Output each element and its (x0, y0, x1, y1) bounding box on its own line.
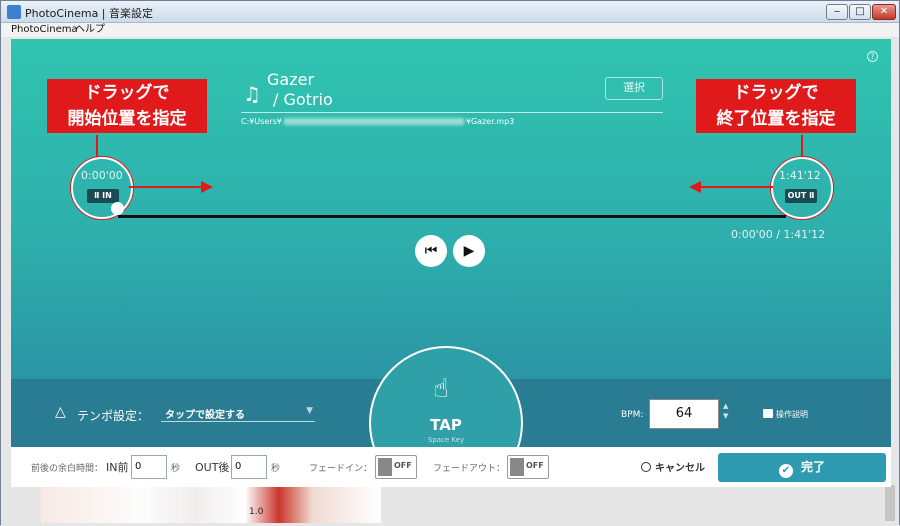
app-icon (7, 5, 21, 19)
close-button[interactable]: ✕ (872, 4, 896, 20)
fadeout-label: フェードアウト： (433, 464, 506, 474)
out-handle[interactable]: OUT Ⅱ (785, 189, 817, 203)
playback-position: 0:00'00 / 1:41'12 (731, 228, 826, 241)
fadein-toggle[interactable]: OFF (375, 455, 417, 479)
out-highlight-circle (771, 157, 833, 219)
music-settings-dialog: ? ♫ Gazer / Gotrio C:¥Users¥ ¥Gazer.mp3 選… (11, 39, 891, 487)
playhead-knob[interactable] (111, 202, 124, 215)
in-before-unit: 秒 (171, 464, 181, 474)
in-before-input[interactable]: 0 (131, 455, 167, 479)
video-icon[interactable] (763, 409, 773, 418)
minimize-icon: ‒ (833, 6, 841, 17)
app-window: PhotoCinema | 音楽設定 ‒ □ ✕ PhotoCinema ヘルプ… (0, 0, 900, 526)
fadein-toggle-knob (378, 458, 392, 476)
tap-label: TAP (430, 416, 462, 434)
tempo-select[interactable]: タップで設定する ▼ (161, 405, 315, 422)
fadeout-state: OFF (526, 461, 544, 470)
song-artist: / Gotrio (273, 90, 333, 109)
end-callout-pointer (801, 135, 803, 159)
start-callout: ドラッグで 開始位置を指定 (47, 79, 207, 133)
bpm-label: BPM: (621, 410, 644, 420)
fadein-state: OFF (394, 461, 412, 470)
rewind-button[interactable]: ⏮ (415, 235, 447, 267)
in-time: 0:00'00 (81, 169, 123, 182)
out-drag-arrowhead (689, 181, 701, 193)
minimize-button[interactable]: ‒ (826, 4, 848, 20)
out-after-unit: 秒 (271, 464, 281, 474)
out-after-label: OUT後 (195, 461, 230, 474)
menu-bar: PhotoCinema ヘルプ (1, 23, 899, 37)
in-drag-arrow (129, 186, 205, 188)
select-song-button[interactable]: 選択 (605, 77, 663, 100)
path-prefix: C:¥Users¥ (241, 117, 282, 126)
menu-item-help[interactable]: ヘルプ (75, 23, 105, 37)
help-icon[interactable]: ? (867, 51, 878, 62)
fadeout-toggle[interactable]: OFF (507, 455, 549, 479)
out-drag-arrow (699, 186, 773, 188)
fadein-label: フェードイン： (309, 464, 373, 474)
music-note-icon: ♫ (243, 82, 261, 106)
howto-link[interactable]: 操作説明 (776, 409, 808, 420)
in-drag-arrowhead (201, 181, 213, 193)
menu-item-photocinema[interactable]: PhotoCinema (11, 23, 78, 37)
start-callout-line2: 開始位置を指定 (67, 109, 187, 129)
rewind-icon: ⏮ (424, 243, 438, 259)
path-redacted (283, 118, 464, 125)
out-time: 1:41'12 (779, 169, 821, 182)
background-thumbnails (41, 485, 381, 523)
title-bar: PhotoCinema | 音楽設定 ‒ □ ✕ (1, 1, 899, 23)
song-divider (241, 112, 663, 113)
check-icon: ✔ (778, 464, 793, 478)
tempo-label: テンポ設定： (77, 409, 150, 423)
done-label: 完了 (800, 460, 825, 474)
play-button[interactable]: ▶ (453, 235, 485, 267)
in-handle[interactable]: Ⅱ IN (87, 189, 119, 203)
window-title: PhotoCinema | 音楽設定 (25, 7, 154, 20)
tap-shortcut-label: Space Key (427, 436, 465, 444)
done-button[interactable]: ✔ 完了 (718, 453, 886, 482)
metronome-icon: △ (55, 404, 66, 420)
out-after-input[interactable]: 0 (231, 455, 267, 479)
play-icon: ▶ (463, 243, 475, 259)
song-file-path: C:¥Users¥ ¥Gazer.mp3 (241, 117, 514, 126)
cancel-icon (641, 462, 651, 472)
start-callout-line1: ドラッグで (84, 83, 170, 103)
bpm-input[interactable]: 64 (649, 399, 719, 429)
tempo-select-value: タップで設定する (165, 410, 245, 421)
start-callout-pointer (96, 135, 98, 159)
end-callout: ドラッグで 終了位置を指定 (696, 79, 856, 133)
tap-hand-icon: ☝ (433, 374, 449, 404)
bpm-spinner[interactable]: ▲ ▼ (723, 401, 728, 421)
end-callout-line1: ドラッグで (733, 83, 819, 103)
maximize-button[interactable]: □ (849, 4, 871, 20)
close-icon: ✕ (879, 6, 889, 17)
cancel-button[interactable]: キャンセル (641, 459, 705, 477)
timeline-bar[interactable] (118, 215, 786, 218)
song-title: Gazer (267, 70, 315, 89)
path-suffix: ¥Gazer.mp3 (465, 117, 515, 126)
margin-label: 前後の余白時間： (31, 464, 104, 474)
in-before-label: IN前 (106, 461, 129, 474)
maximize-icon: □ (855, 6, 865, 17)
chevron-down-icon: ▼ (306, 406, 313, 416)
dialog-footer: 前後の余白時間： IN前 0 秒 OUT後 0 秒 フェードイン： OFF フェ… (11, 447, 891, 487)
cancel-label: キャンセル (655, 463, 705, 474)
background-scrollbar[interactable] (885, 485, 895, 521)
fadeout-toggle-knob (510, 458, 524, 476)
background-zoom-label: 1.0 (249, 507, 264, 517)
end-callout-line2: 終了位置を指定 (716, 109, 836, 129)
